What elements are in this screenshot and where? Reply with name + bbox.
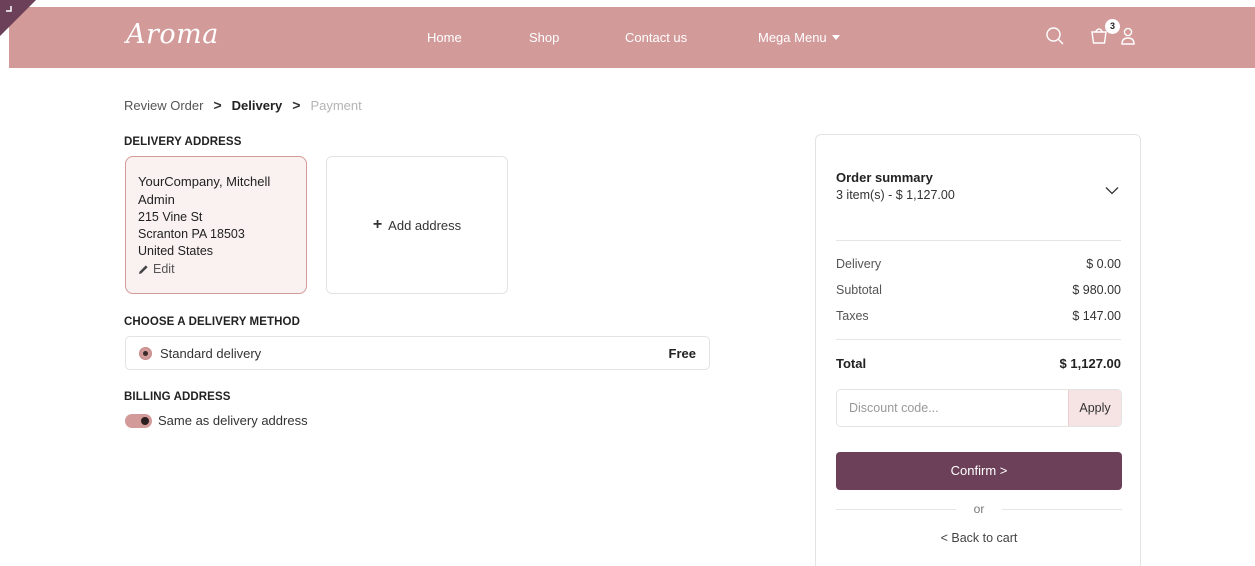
- checkout-breadcrumb: Review Order > Delivery > Payment: [124, 97, 362, 113]
- summary-subtotal-row: Subtotal $ 980.00: [836, 283, 1121, 297]
- or-divider: or: [836, 502, 1123, 516]
- pencil-icon: [139, 265, 148, 274]
- order-summary-header[interactable]: Order summary 3 item(s) - $ 1,127.00: [836, 170, 955, 202]
- breadcrumb-review-order[interactable]: Review Order: [124, 98, 203, 113]
- edit-address-link[interactable]: Edit: [138, 261, 294, 278]
- taxes-label: Taxes: [836, 309, 869, 323]
- add-address-label: Add address: [388, 217, 462, 233]
- same-address-label[interactable]: Same as delivery address: [158, 413, 308, 428]
- divider: [836, 240, 1121, 241]
- delivery-address-heading: DELIVERY ADDRESS: [124, 136, 242, 148]
- breadcrumb-separator: >: [292, 97, 301, 113]
- nav-contact-us[interactable]: Contact us: [625, 30, 687, 45]
- discount-code-input[interactable]: [837, 390, 1068, 426]
- breadcrumb-separator: >: [213, 97, 222, 113]
- or-label: or: [973, 502, 985, 516]
- navbar: Aroma Home Shop Contact us Mega Menu 3: [9, 7, 1255, 68]
- nav-mega-menu[interactable]: Mega Menu: [758, 30, 840, 45]
- delivery-method-name: Standard delivery: [160, 345, 262, 361]
- delivery-method-heading: CHOOSE A DELIVERY METHOD: [124, 316, 300, 328]
- corner-edit-tag[interactable]: [0, 0, 36, 36]
- subtotal-label: Subtotal: [836, 283, 882, 297]
- user-icon[interactable]: [1120, 26, 1136, 49]
- back-to-cart-link[interactable]: < Back to cart: [816, 531, 1142, 545]
- chevron-down-icon[interactable]: [1105, 183, 1119, 198]
- address-country: United States: [138, 244, 214, 258]
- taxes-value: $ 147.00: [1072, 309, 1121, 323]
- delivery-method-option[interactable]: Standard delivery Free: [125, 336, 710, 370]
- radio-dot: [143, 350, 148, 356]
- caret-down-icon: [831, 35, 840, 40]
- breadcrumb-delivery: Delivery: [231, 97, 283, 113]
- order-summary-count: 3 item(s) - $ 1,127.00: [836, 188, 955, 202]
- summary-total-row: Total $ 1,127.00: [836, 356, 1121, 371]
- summary-taxes-row: Taxes $ 147.00: [836, 309, 1121, 323]
- discount-form: Apply: [836, 389, 1122, 427]
- apply-discount-button[interactable]: Apply: [1068, 390, 1121, 426]
- plus-icon: +: [372, 216, 383, 233]
- or-line-right: [1002, 508, 1123, 510]
- delivery-method-radio[interactable]: [139, 346, 152, 360]
- order-summary-title: Order summary: [836, 170, 933, 185]
- same-address-toggle[interactable]: [125, 413, 152, 428]
- divider: [836, 339, 1121, 340]
- brand-logo[interactable]: Aroma: [126, 19, 219, 50]
- breadcrumb-payment: Payment: [310, 97, 362, 113]
- nav-home[interactable]: Home: [427, 30, 462, 45]
- or-line-left: [836, 508, 956, 510]
- summary-delivery-row: Delivery $ 0.00: [836, 257, 1121, 271]
- toggle-knob: [141, 416, 149, 425]
- search-icon[interactable]: [1045, 26, 1065, 49]
- total-label: Total: [836, 356, 867, 371]
- address-city: Scranton PA 18503: [138, 227, 245, 241]
- delivery-value: $ 0.00: [1086, 257, 1121, 271]
- billing-address-heading: BILLING ADDRESS: [124, 391, 231, 403]
- subtotal-value: $ 980.00: [1072, 283, 1121, 297]
- add-address-button[interactable]: + Add address: [326, 156, 508, 294]
- delivery-method-price: Free: [668, 345, 696, 361]
- nav-shop[interactable]: Shop: [529, 30, 559, 45]
- cart-count-badge: 3: [1105, 19, 1120, 34]
- edit-label: Edit: [153, 262, 175, 276]
- same-address-switch-row: Same as delivery address: [125, 413, 308, 428]
- order-summary-panel: Order summary 3 item(s) - $ 1,127.00 Del…: [815, 134, 1141, 566]
- confirm-button[interactable]: Confirm >: [836, 452, 1122, 490]
- selected-address-card[interactable]: YourCompany, Mitchell Admin 215 Vine St …: [125, 156, 307, 294]
- delivery-label: Delivery: [836, 257, 882, 271]
- total-value: $ 1,127.00: [1059, 356, 1121, 371]
- nav-mega-menu-label: Mega Menu: [758, 30, 827, 45]
- address-street: 215 Vine St: [138, 210, 203, 224]
- address-name: YourCompany, Mitchell Admin: [138, 174, 271, 207]
